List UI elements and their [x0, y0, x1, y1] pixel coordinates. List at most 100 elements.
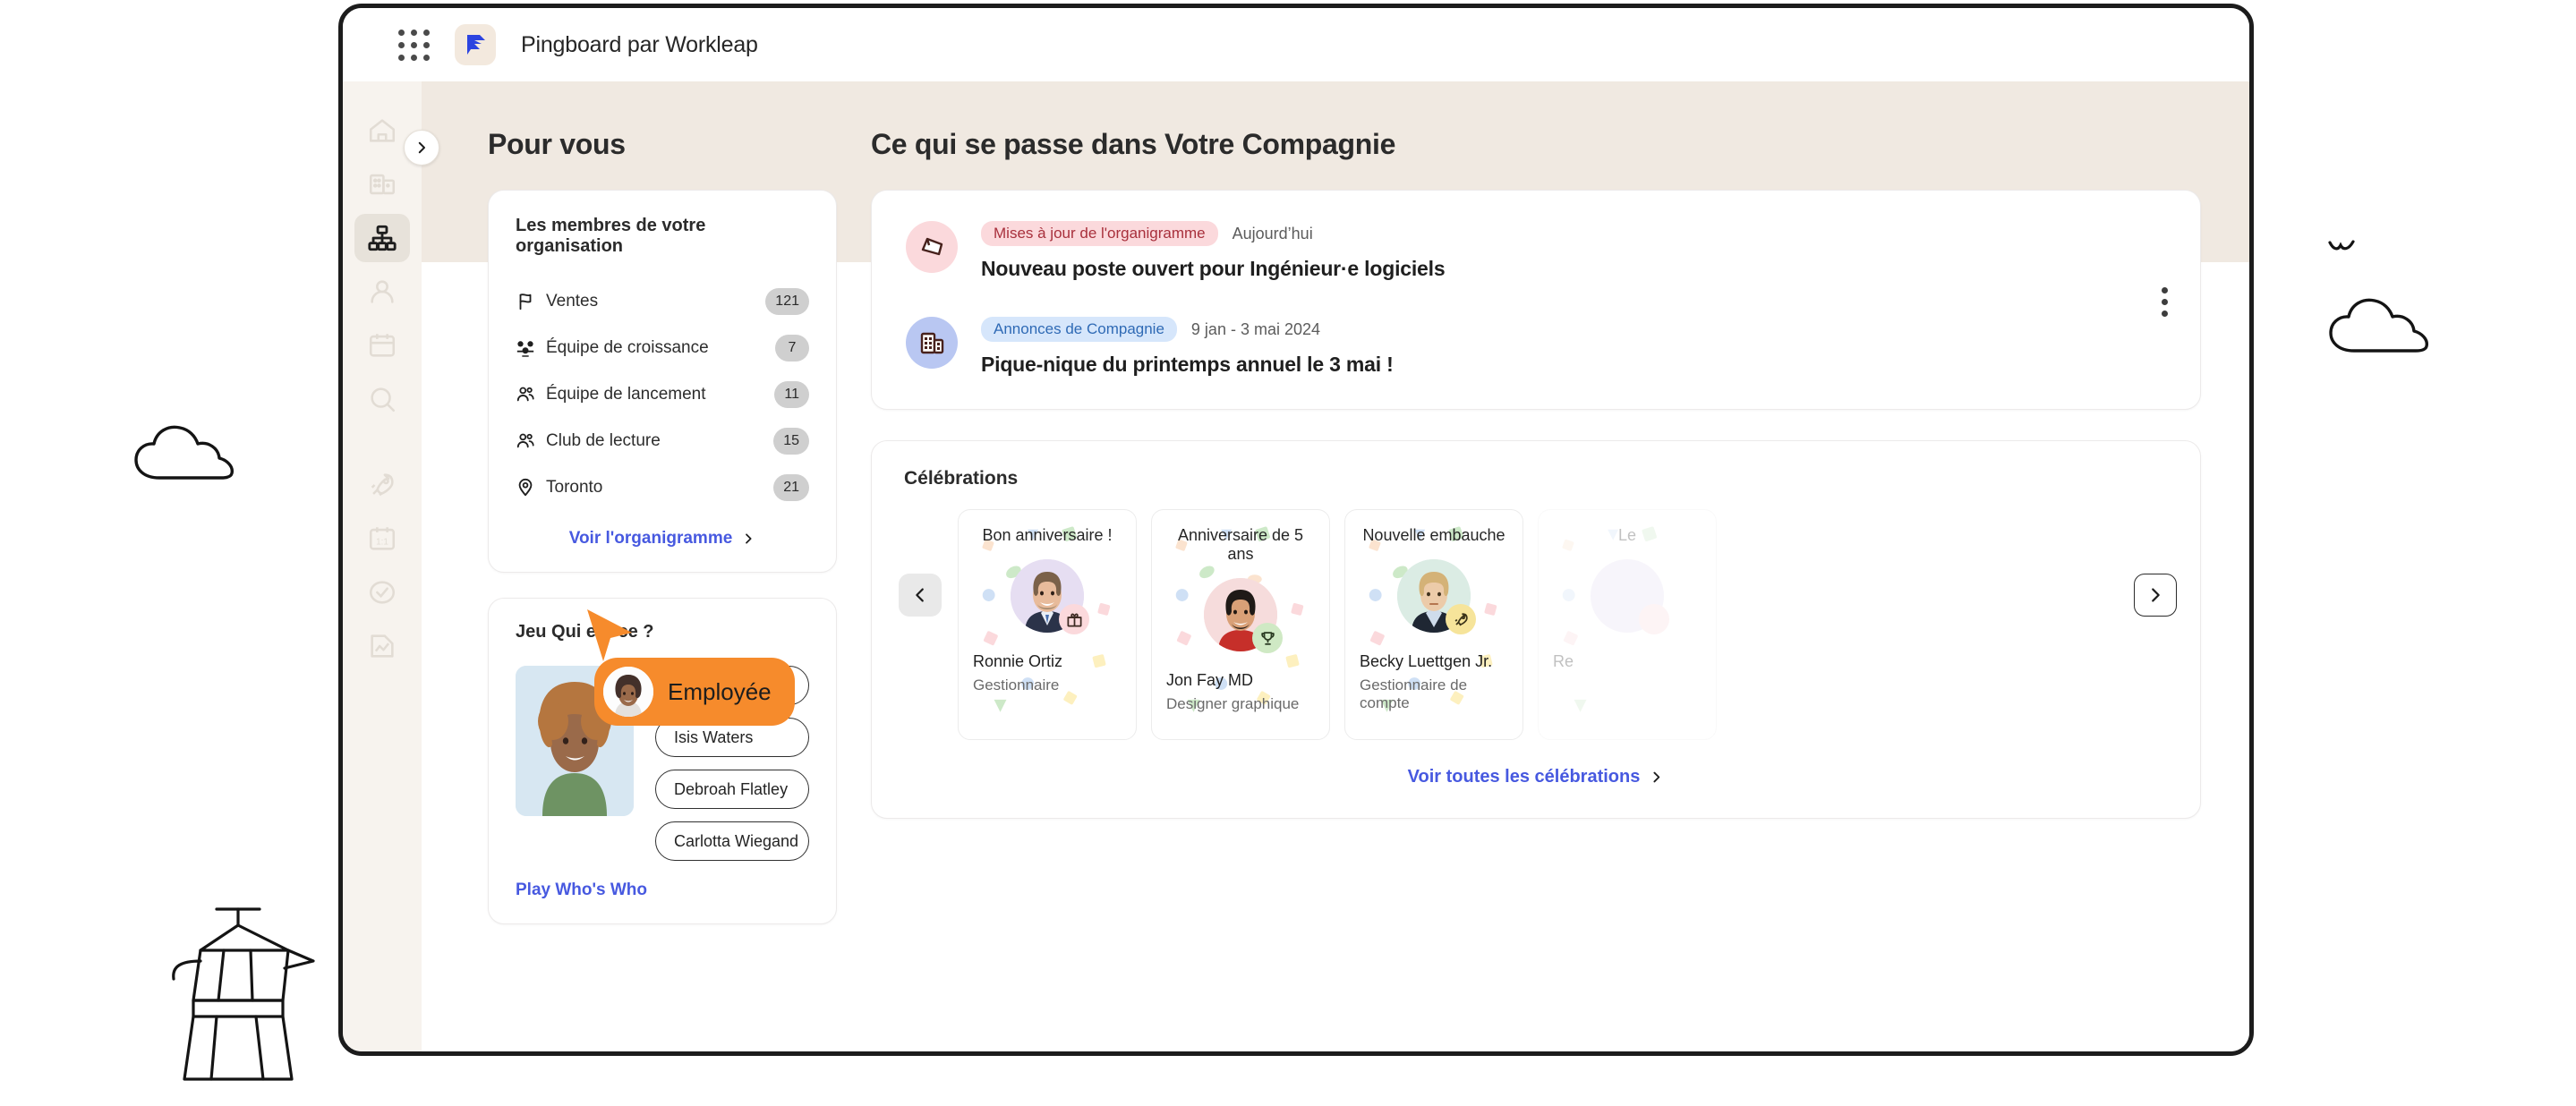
feed-tag: Annonces de Compagnie [981, 317, 1177, 342]
page-title-company: Ce qui se passe dans Votre Compagnie [871, 128, 1396, 160]
list-item-label: Club de lecture [546, 431, 661, 450]
screenshot-root: Pingboard par Workleap 1:1 Pour vous Les… [0, 0, 2576, 1106]
feed-title: Nouveau poste ouvert pour Ingénieur·e lo… [981, 257, 1446, 280]
celebration-title: Nouvelle embauche [1362, 526, 1506, 544]
org-members-card: Les membres de votre organisation Ventes [488, 190, 837, 573]
list-item-label: Équipe de lancement [546, 385, 706, 404]
sidebar-toggle-button[interactable] [404, 130, 439, 166]
rocket-icon [1446, 604, 1476, 634]
view-org-chart-link[interactable]: Voir l'organigramme [516, 529, 809, 549]
feed-item[interactable]: Mises à jour de l'organigramme Aujourd’h… [906, 221, 2166, 281]
for-you-column: Pour vous Les membres de votre organisat… [488, 128, 837, 1051]
flag-icon [516, 292, 546, 311]
celebration-title: Bon anniversaire ! [982, 526, 1113, 544]
view-all-celebrations-label: Voir toutes les célébrations [1407, 767, 1641, 787]
avatar [603, 667, 653, 717]
page-title-for-you: Pour vous [488, 128, 626, 160]
celebrations-carousel: Bon anniversaire ! Ronnie Ortiz Gestionn… [872, 509, 2200, 740]
svg-text:1:1: 1:1 [376, 537, 388, 547]
celebration-name: Re [1553, 652, 1574, 670]
sidebar-rail: 1:1 [343, 81, 439, 1051]
celebration-name: Jon Fay MD [1166, 671, 1254, 689]
sidebar-item-calendar[interactable] [354, 321, 410, 370]
announcement-board-icon [906, 221, 958, 273]
celebration-role: Gestionnaire de compte [1360, 676, 1468, 711]
celebration-card[interactable]: Le Re [1538, 509, 1717, 740]
sidebar-item-search[interactable] [354, 375, 410, 423]
view-all-celebrations-link[interactable]: Voir toutes les célébrations [872, 767, 2200, 787]
celebration-role: Gestionnaire [973, 676, 1060, 693]
list-item-label: Équipe de croissance [546, 338, 709, 357]
company-feed-card: Mises à jour de l'organigramme Aujourd’h… [871, 190, 2201, 410]
org-members-heading: Les membres de votre organisation [516, 216, 706, 256]
sidebar-item-tasks[interactable] [354, 568, 410, 617]
chevron-right-icon [2152, 588, 2160, 602]
celebration-card[interactable]: Bon anniversaire ! Ronnie Ortiz Gestionn… [958, 509, 1137, 740]
feed-title: Pique-nique du printemps annuel le 3 mai… [981, 353, 1394, 376]
list-item-label: Ventes [546, 292, 599, 311]
celebration-title: Le [1617, 526, 1637, 544]
location-icon [516, 478, 546, 498]
celebration-name: Becky Luettgen Jr. [1360, 652, 1493, 670]
pingboard-logo-icon[interactable] [455, 24, 496, 65]
count-badge: 11 [774, 381, 809, 408]
count-badge: 21 [773, 474, 809, 501]
moka-pot-doodle [172, 907, 315, 1081]
celebration-title: Anniversaire de 5 ans [1177, 526, 1304, 563]
list-item[interactable]: Équipe de lancement 11 [516, 371, 809, 418]
sidebar-item-one-on-one[interactable]: 1:1 [354, 515, 410, 563]
chevron-left-icon [916, 588, 924, 602]
count-badge: 7 [775, 335, 809, 362]
org-members-list: Ventes 121 Équipe de croissance 7 Équipe… [516, 278, 809, 511]
chevron-right-icon [418, 141, 425, 154]
play-whos-who-link[interactable]: Play Who's Who [516, 881, 809, 900]
celebrations-heading: Célébrations [904, 468, 1019, 489]
list-item[interactable]: Ventes 121 [516, 278, 809, 325]
feed-date: 9 jan - 3 mai 2024 [1190, 319, 1321, 338]
list-item[interactable]: Équipe de croissance 7 [516, 325, 809, 371]
list-item-label: Toronto [546, 478, 603, 497]
app-body: 1:1 Pour vous Les membres de votre organ… [343, 81, 2249, 1051]
count-badge: 15 [773, 428, 809, 455]
apps-grid-icon[interactable] [398, 29, 430, 61]
celebrations-prev-button[interactable] [899, 574, 942, 617]
celebrations-next-button[interactable] [2134, 574, 2177, 617]
sidebar-item-profile[interactable] [354, 268, 410, 316]
sidebar-item-reports[interactable] [354, 622, 410, 670]
celebrations-card: Célébrations Bon anniversaire ! Ronnie O… [871, 440, 2201, 819]
company-feed-column: Ce qui se passe dans Votre Compagnie Mis… [871, 128, 2201, 1051]
sidebar-item-home[interactable] [354, 106, 410, 155]
trophy-icon [1252, 623, 1283, 653]
cloud-left-doodle [134, 425, 234, 480]
list-item[interactable]: Club de lecture 15 [516, 418, 809, 464]
bird-doodle [2328, 240, 2355, 251]
celebration-card[interactable]: Nouvelle embauche Becky Luettgen Jr. Ges… [1344, 509, 1523, 740]
sidebar-item-company[interactable] [354, 160, 410, 208]
main-content: Pour vous Les membres de votre organisat… [422, 81, 2249, 1051]
list-item[interactable]: Toronto 21 [516, 464, 809, 511]
buildings-icon [906, 317, 958, 369]
celebration-card[interactable]: Anniversaire de 5 ans Jon Fay MD Designe… [1151, 509, 1330, 740]
employee-callout-label: Employée [668, 677, 772, 705]
feed-item[interactable]: Annonces de Compagnie 9 jan - 3 mai 2024… [906, 317, 2166, 377]
gift-icon [1059, 604, 1089, 634]
whos-who-heading: Jeu Qui est-ce ? [516, 622, 654, 642]
sidebar-item-onboarding[interactable] [354, 461, 410, 509]
people-icon [516, 431, 546, 451]
feed-tag: Mises à jour de l'organigramme [981, 221, 1218, 246]
sidebar-item-org-chart[interactable] [354, 214, 410, 262]
chevron-right-icon [746, 533, 752, 544]
app-title: Pingboard par Workleap [521, 31, 758, 57]
view-org-chart-label: Voir l'organigramme [568, 529, 733, 548]
celebration-role: Designer graphique [1166, 695, 1300, 712]
app-topbar: Pingboard par Workleap [343, 8, 2249, 81]
more-vertical-icon[interactable] [2162, 287, 2168, 317]
whos-who-card: Jeu Qui est-ce ? Isis Waters Debroah Fla… [488, 598, 837, 924]
chevron-right-icon [1653, 771, 1660, 783]
whos-who-option[interactable]: Carlotta Wiegand [655, 821, 809, 861]
cloud-right-doodle [2329, 298, 2428, 353]
celebration-name: Ronnie Ortiz [973, 652, 1063, 670]
gift-icon [1639, 604, 1669, 634]
app-window: Pingboard par Workleap 1:1 Pour vous Les… [338, 4, 2254, 1056]
whos-who-option[interactable]: Debroah Flatley [655, 770, 809, 809]
